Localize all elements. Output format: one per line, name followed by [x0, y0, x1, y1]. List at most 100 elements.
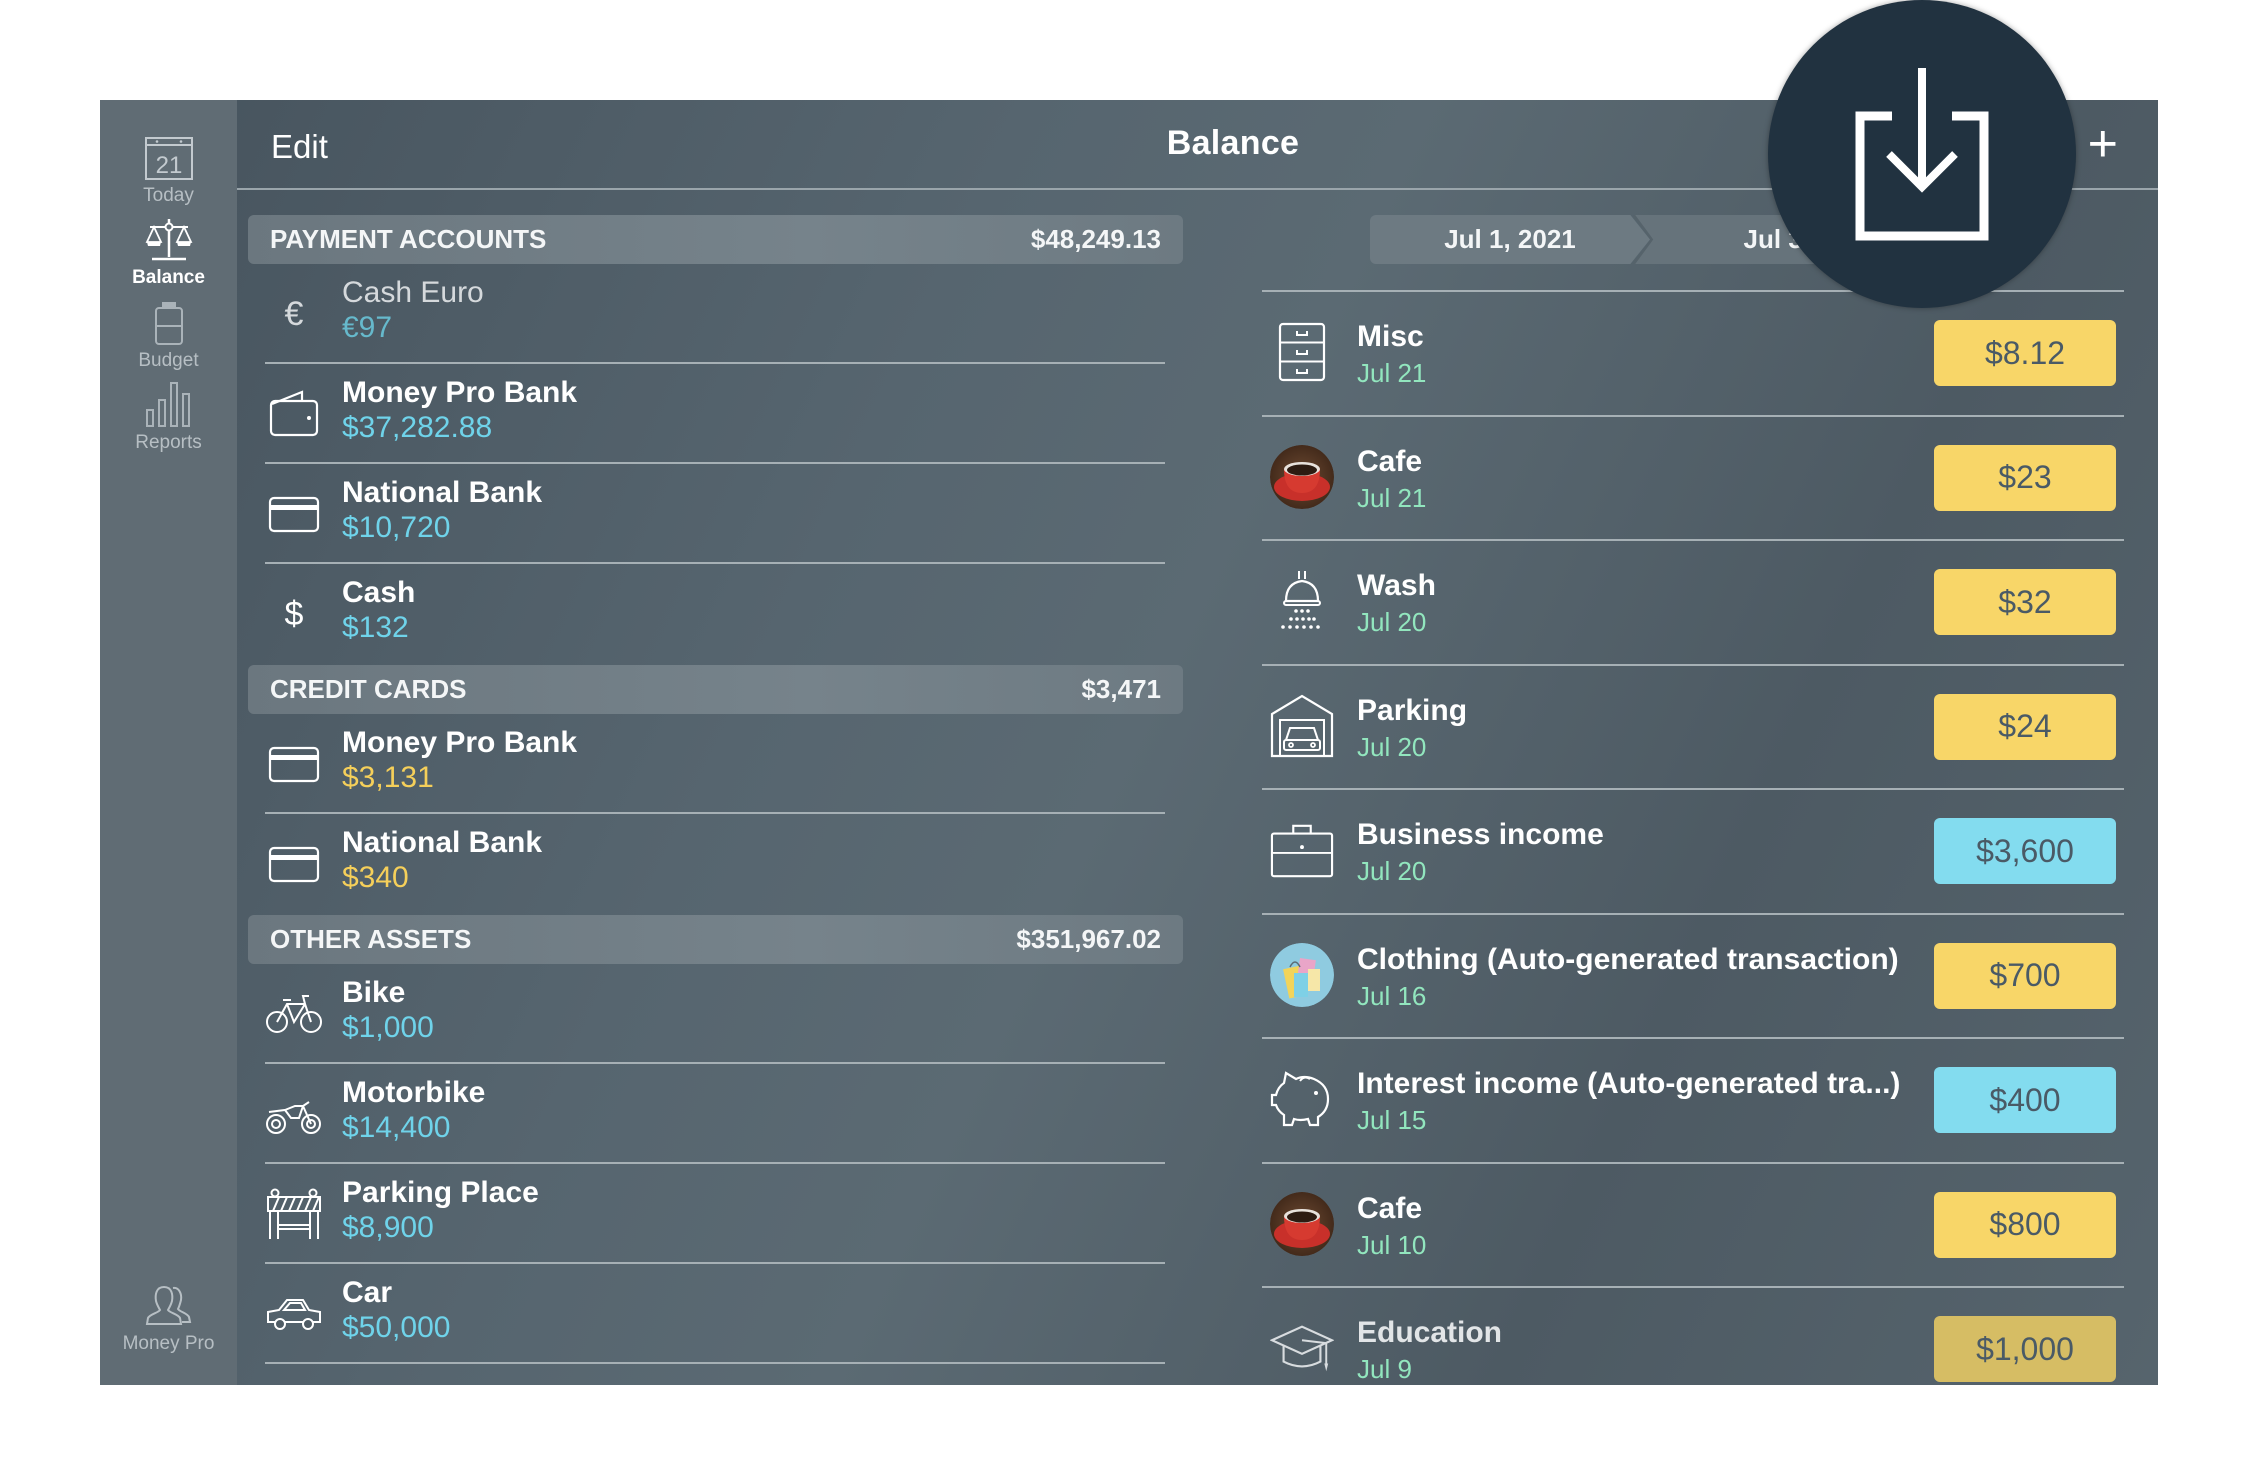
transaction-row[interactable]: Misc Jul 21 $8.12 — [1262, 292, 2124, 417]
users-icon — [145, 1285, 191, 1325]
period-start-label: Jul 1, 2021 — [1444, 224, 1576, 254]
amount-badge: $23 — [1934, 444, 2116, 511]
section-total: $351,967.02 — [1016, 924, 1161, 954]
account-row[interactable]: $ Cash $132 — [265, 564, 1165, 664]
wallet-icon — [265, 384, 323, 444]
account-name: Motorbike — [342, 1076, 486, 1109]
transaction-row[interactable]: Wash Jul 20 $32 — [1262, 541, 2124, 666]
credit-card-icon — [265, 484, 323, 544]
transaction-row[interactable]: Education Jul 9 $1,000 — [1262, 1288, 2124, 1385]
budget-jar-icon — [154, 302, 183, 345]
account-row[interactable]: Motorbike $14,400 — [265, 1064, 1165, 1164]
motorbike-icon — [265, 1084, 323, 1144]
account-amount: $50,000 — [342, 1311, 451, 1344]
import-button[interactable] — [1768, 0, 2076, 308]
account-row[interactable]: Money Pro Bank $3,131 — [265, 714, 1165, 814]
svg-text:21: 21 — [155, 152, 182, 179]
account-row[interactable]: National Bank $340 — [265, 814, 1165, 914]
account-name: National Bank — [342, 476, 543, 509]
app-window: 21 Today Balance Budget Reports Money Pr… — [100, 100, 2158, 1385]
bicycle-icon — [265, 984, 323, 1044]
account-name: Parking Place — [342, 1176, 539, 1209]
amount-badge: $700 — [1934, 942, 2116, 1009]
sidebar-item-budget[interactable]: Budget — [100, 300, 237, 372]
amount-badge: $800 — [1934, 1191, 2116, 1258]
section-title: OTHER ASSETS — [270, 924, 472, 954]
coffee-cup-icon — [1270, 1191, 1334, 1256]
section-total: $3,471 — [1081, 674, 1161, 704]
account-name: Money Pro Bank — [342, 726, 578, 759]
sidebar: 21 Today Balance Budget Reports Money Pr… — [100, 100, 237, 1385]
account-amount: $3,131 — [342, 761, 434, 794]
graduation-cap-icon — [1270, 1316, 1334, 1380]
sidebar-item-today-label: Today — [143, 185, 194, 206]
add-button[interactable]: + — [2088, 118, 2118, 170]
sidebar-item-reports[interactable]: Reports — [100, 380, 237, 454]
import-download-icon — [1855, 68, 1989, 241]
account-amount: $132 — [342, 611, 409, 644]
briefcase-icon — [1270, 818, 1334, 882]
drawers-icon — [1270, 320, 1334, 384]
transaction-date: Jul 21 — [1357, 358, 1427, 388]
account-name: Money Pro Bank — [342, 376, 578, 409]
section-header-payment-accounts[interactable]: PAYMENT ACCOUNTS $48,249.13 — [248, 215, 1183, 264]
account-row[interactable]: Car $50,000 — [265, 1264, 1165, 1364]
transaction-date: Jul 21 — [1357, 482, 1427, 513]
sidebar-item-today[interactable]: 21 Today — [100, 135, 237, 207]
account-amount: $37,282.88 — [342, 411, 493, 444]
section-header-credit-cards[interactable]: CREDIT CARDS $3,471 — [248, 665, 1183, 714]
account-row[interactable]: Bike $1,000 — [265, 964, 1165, 1064]
transaction-row[interactable]: Parking Jul 20 $24 — [1262, 666, 2124, 790]
transaction-row[interactable]: Clothing (Auto-generated transaction) Ju… — [1262, 915, 2124, 1039]
amount-badge: $32 — [1934, 569, 2116, 635]
transaction-row[interactable]: Business income Jul 20 $3,600 — [1262, 790, 2124, 915]
sidebar-item-balance-label: Balance — [132, 267, 205, 288]
amount-badge: $1,000 — [1934, 1316, 2116, 1382]
amount-badge: $8.12 — [1934, 320, 2116, 386]
section-title: PAYMENT ACCOUNTS — [270, 224, 547, 254]
page-title: Balance — [1166, 124, 1300, 162]
account-row[interactable]: € Cash Euro €97 — [265, 264, 1165, 364]
bar-chart-icon — [145, 382, 190, 427]
garage-icon — [1270, 694, 1334, 758]
account-amount: $10,720 — [342, 511, 451, 544]
transaction-name: Cafe — [1357, 1191, 1423, 1225]
transaction-name: Clothing (Auto-generated transaction) — [1357, 942, 1899, 976]
period-start-button[interactable]: Jul 1, 2021 — [1370, 215, 1650, 264]
transaction-date: Jul 20 — [1357, 731, 1427, 762]
credit-card-icon — [265, 734, 323, 794]
transaction-name: Education — [1357, 1316, 1503, 1349]
edit-button[interactable]: Edit — [271, 128, 328, 166]
car-icon — [265, 1284, 323, 1344]
transaction-name: Business income — [1357, 818, 1604, 851]
account-row[interactable]: Money Pro Bank $37,282.88 — [265, 364, 1165, 464]
section-header-other-assets[interactable]: OTHER ASSETS $351,967.02 — [248, 915, 1183, 964]
transaction-date: Jul 15 — [1357, 1105, 1427, 1135]
account-row[interactable]: National Bank $10,720 — [265, 464, 1165, 564]
sidebar-item-reports-label: Reports — [135, 432, 202, 453]
calendar-icon: 21 — [144, 137, 193, 180]
transaction-row[interactable]: Interest income (Auto-generated tra...) … — [1262, 1039, 2124, 1164]
sidebar-item-balance[interactable]: Balance — [100, 215, 237, 289]
scales-icon — [145, 219, 192, 261]
account-amount: $1,000 — [342, 1011, 434, 1044]
sidebar-item-money-pro-label: Money Pro — [122, 1333, 215, 1354]
account-amount: $340 — [342, 861, 409, 894]
amount-badge: $400 — [1934, 1067, 2116, 1133]
transaction-date: Jul 9 — [1357, 1354, 1412, 1384]
sidebar-item-money-pro[interactable]: Money Pro — [100, 1283, 237, 1355]
transaction-name: Cafe — [1357, 444, 1423, 478]
account-name: National Bank — [342, 826, 543, 859]
transaction-name: Wash — [1357, 569, 1436, 602]
transaction-row[interactable]: Cafe Jul 10 $800 — [1262, 1164, 2124, 1288]
account-row[interactable]: Parking Place $8,900 — [265, 1164, 1165, 1264]
transaction-row[interactable]: Cafe Jul 21 $23 — [1262, 417, 2124, 541]
transaction-date: Jul 20 — [1357, 856, 1427, 886]
piggy-bank-icon — [1270, 1067, 1334, 1131]
account-name: Cash Euro — [342, 276, 484, 309]
row-divider — [265, 1362, 1165, 1364]
account-name: Bike — [342, 976, 406, 1009]
transaction-name: Interest income (Auto-generated tra...) — [1357, 1067, 1901, 1100]
transaction-name: Parking — [1357, 693, 1468, 727]
transaction-date: Jul 20 — [1357, 607, 1427, 637]
